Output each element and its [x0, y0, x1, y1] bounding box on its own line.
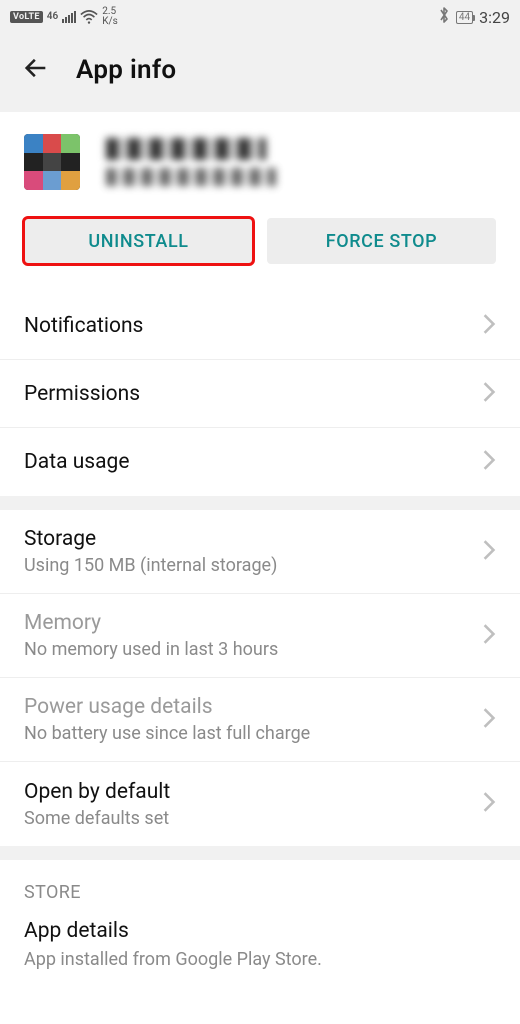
row-label: Permissions — [24, 382, 482, 406]
chevron-right-icon — [482, 791, 496, 817]
row-data-usage[interactable]: Data usage — [0, 428, 520, 496]
row-sub: No memory used in last 3 hours — [24, 639, 482, 660]
row-sub: Using 150 MB (internal storage) — [24, 555, 482, 576]
uninstall-button[interactable]: UNINSTALL — [24, 218, 253, 264]
app-version-redacted — [106, 168, 276, 186]
row-memory[interactable]: Memory No memory used in last 3 hours — [0, 594, 520, 678]
chevron-right-icon — [482, 707, 496, 733]
row-label: Storage — [24, 527, 482, 551]
chevron-right-icon — [482, 313, 496, 339]
row-open-by-default[interactable]: Open by default Some defaults set — [0, 762, 520, 846]
app-name-redacted — [106, 138, 266, 160]
store-header: STORE — [0, 860, 520, 913]
row-app-details[interactable]: App details App installed from Google Pl… — [0, 913, 520, 990]
net-speed: 2.5 K/s — [102, 7, 118, 27]
network-gen: 46 — [47, 12, 58, 22]
status-bar: VoLTE 46 2.5 K/s 44 3:29 — [0, 0, 520, 34]
app-bar: App info — [0, 34, 520, 112]
chevron-right-icon — [482, 623, 496, 649]
app-icon — [24, 134, 80, 190]
clock: 3:29 — [479, 8, 510, 27]
signal-icon — [62, 11, 76, 23]
chevron-right-icon — [482, 381, 496, 407]
row-label: Memory — [24, 611, 482, 635]
bluetooth-icon — [438, 6, 450, 28]
row-notifications[interactable]: Notifications — [0, 292, 520, 360]
row-power[interactable]: Power usage details No battery use since… — [0, 678, 520, 762]
chevron-right-icon — [482, 539, 496, 565]
volte-badge: VoLTE — [10, 11, 43, 23]
chevron-right-icon — [482, 449, 496, 475]
row-label: Notifications — [24, 314, 482, 338]
row-permissions[interactable]: Permissions — [0, 360, 520, 428]
row-sub: App installed from Google Play Store. — [24, 949, 496, 970]
battery-icon: 44 — [456, 11, 473, 24]
row-storage[interactable]: Storage Using 150 MB (internal storage) — [0, 510, 520, 594]
row-label: App details — [24, 919, 496, 943]
row-label: Power usage details — [24, 695, 482, 719]
page-title: App info — [76, 55, 176, 85]
row-label: Open by default — [24, 780, 482, 804]
row-sub: Some defaults set — [24, 808, 482, 829]
row-sub: No battery use since last full charge — [24, 723, 482, 744]
wifi-icon — [80, 10, 98, 24]
app-identity — [0, 112, 520, 200]
back-icon[interactable] — [22, 54, 50, 86]
row-label: Data usage — [24, 450, 482, 474]
force-stop-button[interactable]: FORCE STOP — [267, 218, 496, 264]
